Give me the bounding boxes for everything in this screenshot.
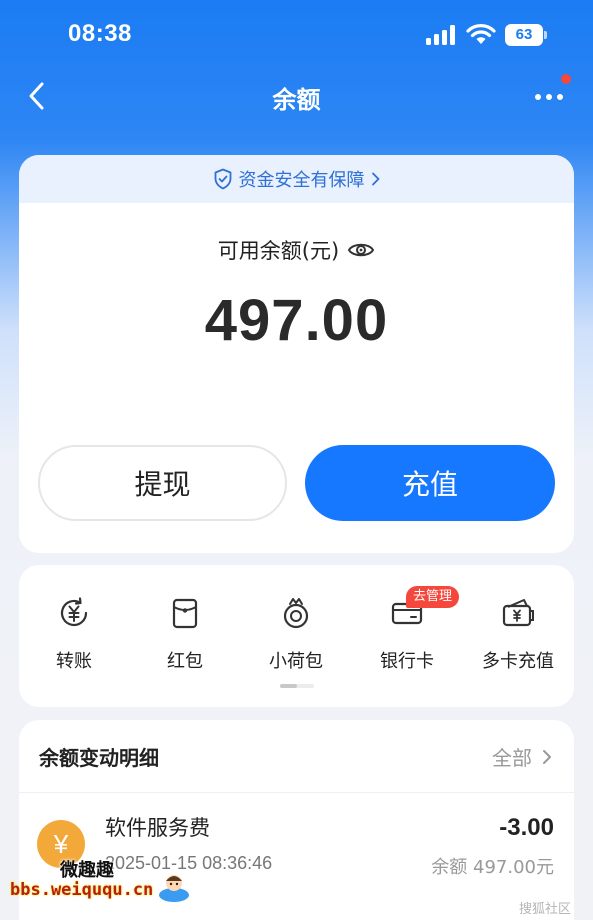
action-red-packet[interactable]: 红包 bbox=[130, 595, 240, 673]
watermark-url: bbs.weiququ.cn bbox=[10, 880, 154, 900]
status-bar: 08:38 63 bbox=[0, 0, 593, 70]
quick-actions-card: 转账 红包 小荷包 银行卡 多卡充值 去管理 bbox=[19, 565, 574, 707]
page-title: 余额 bbox=[272, 86, 321, 114]
detail-title: 余额变动明细 bbox=[39, 746, 159, 770]
security-text: 资金安全有保障 bbox=[238, 170, 365, 191]
mascot-icon bbox=[159, 875, 189, 902]
action-label: 多卡充值 bbox=[482, 651, 554, 672]
chevron-right-icon bbox=[371, 172, 379, 186]
available-balance-row: 可用余额(元) bbox=[19, 235, 574, 265]
action-label: 转账 bbox=[56, 651, 92, 672]
battery-indicator: 63 bbox=[505, 24, 547, 46]
wifi-icon bbox=[466, 24, 496, 44]
red-packet-icon bbox=[172, 598, 198, 629]
watermark-right: 搜狐社区 bbox=[518, 902, 571, 917]
more-options-icon[interactable] bbox=[530, 82, 570, 112]
action-label: 小荷包 bbox=[269, 651, 323, 672]
battery-level: 63 bbox=[515, 26, 533, 43]
transaction-balance: 余额 497.00元 bbox=[431, 857, 554, 878]
transaction-amount: -3.00 bbox=[499, 814, 554, 841]
balance-card: 资金安全有保障 可用余额(元) 497.00 提现 充值 bbox=[19, 155, 574, 553]
chevron-right-icon bbox=[543, 749, 551, 764]
signal-icon bbox=[426, 25, 455, 45]
action-transfer[interactable]: 转账 bbox=[19, 595, 129, 673]
transfer-icon bbox=[60, 597, 88, 627]
watermark-logo: 微趣趣 bbox=[60, 860, 114, 881]
multi-card-recharge-icon bbox=[502, 599, 534, 627]
recharge-button[interactable]: 充值 bbox=[305, 445, 555, 521]
action-small-purse[interactable]: 小荷包 bbox=[241, 595, 351, 673]
manage-badge[interactable]: 去管理 bbox=[406, 586, 460, 608]
security-banner[interactable]: 资金安全有保障 bbox=[19, 155, 574, 203]
scroll-indicator bbox=[280, 684, 314, 688]
divider bbox=[19, 792, 574, 793]
transaction-name: 软件服务费 bbox=[105, 816, 210, 840]
withdraw-button[interactable]: 提现 bbox=[38, 445, 287, 521]
notification-dot bbox=[561, 74, 571, 84]
view-all-label: 全部 bbox=[492, 746, 532, 770]
shield-check-icon bbox=[214, 168, 231, 190]
small-purse-icon bbox=[283, 598, 309, 629]
action-multi-card-recharge[interactable]: 多卡充值 bbox=[463, 595, 573, 673]
balance-amount: 497.00 bbox=[204, 288, 389, 353]
view-all-link[interactable]: 全部 bbox=[492, 742, 552, 771]
available-balance-label: 可用余额(元) bbox=[217, 239, 340, 263]
action-label: 红包 bbox=[167, 651, 203, 672]
status-time: 08:38 bbox=[68, 20, 132, 47]
eye-icon[interactable] bbox=[347, 240, 375, 260]
action-label: 银行卡 bbox=[380, 651, 434, 672]
scroll-thumb bbox=[280, 684, 297, 688]
